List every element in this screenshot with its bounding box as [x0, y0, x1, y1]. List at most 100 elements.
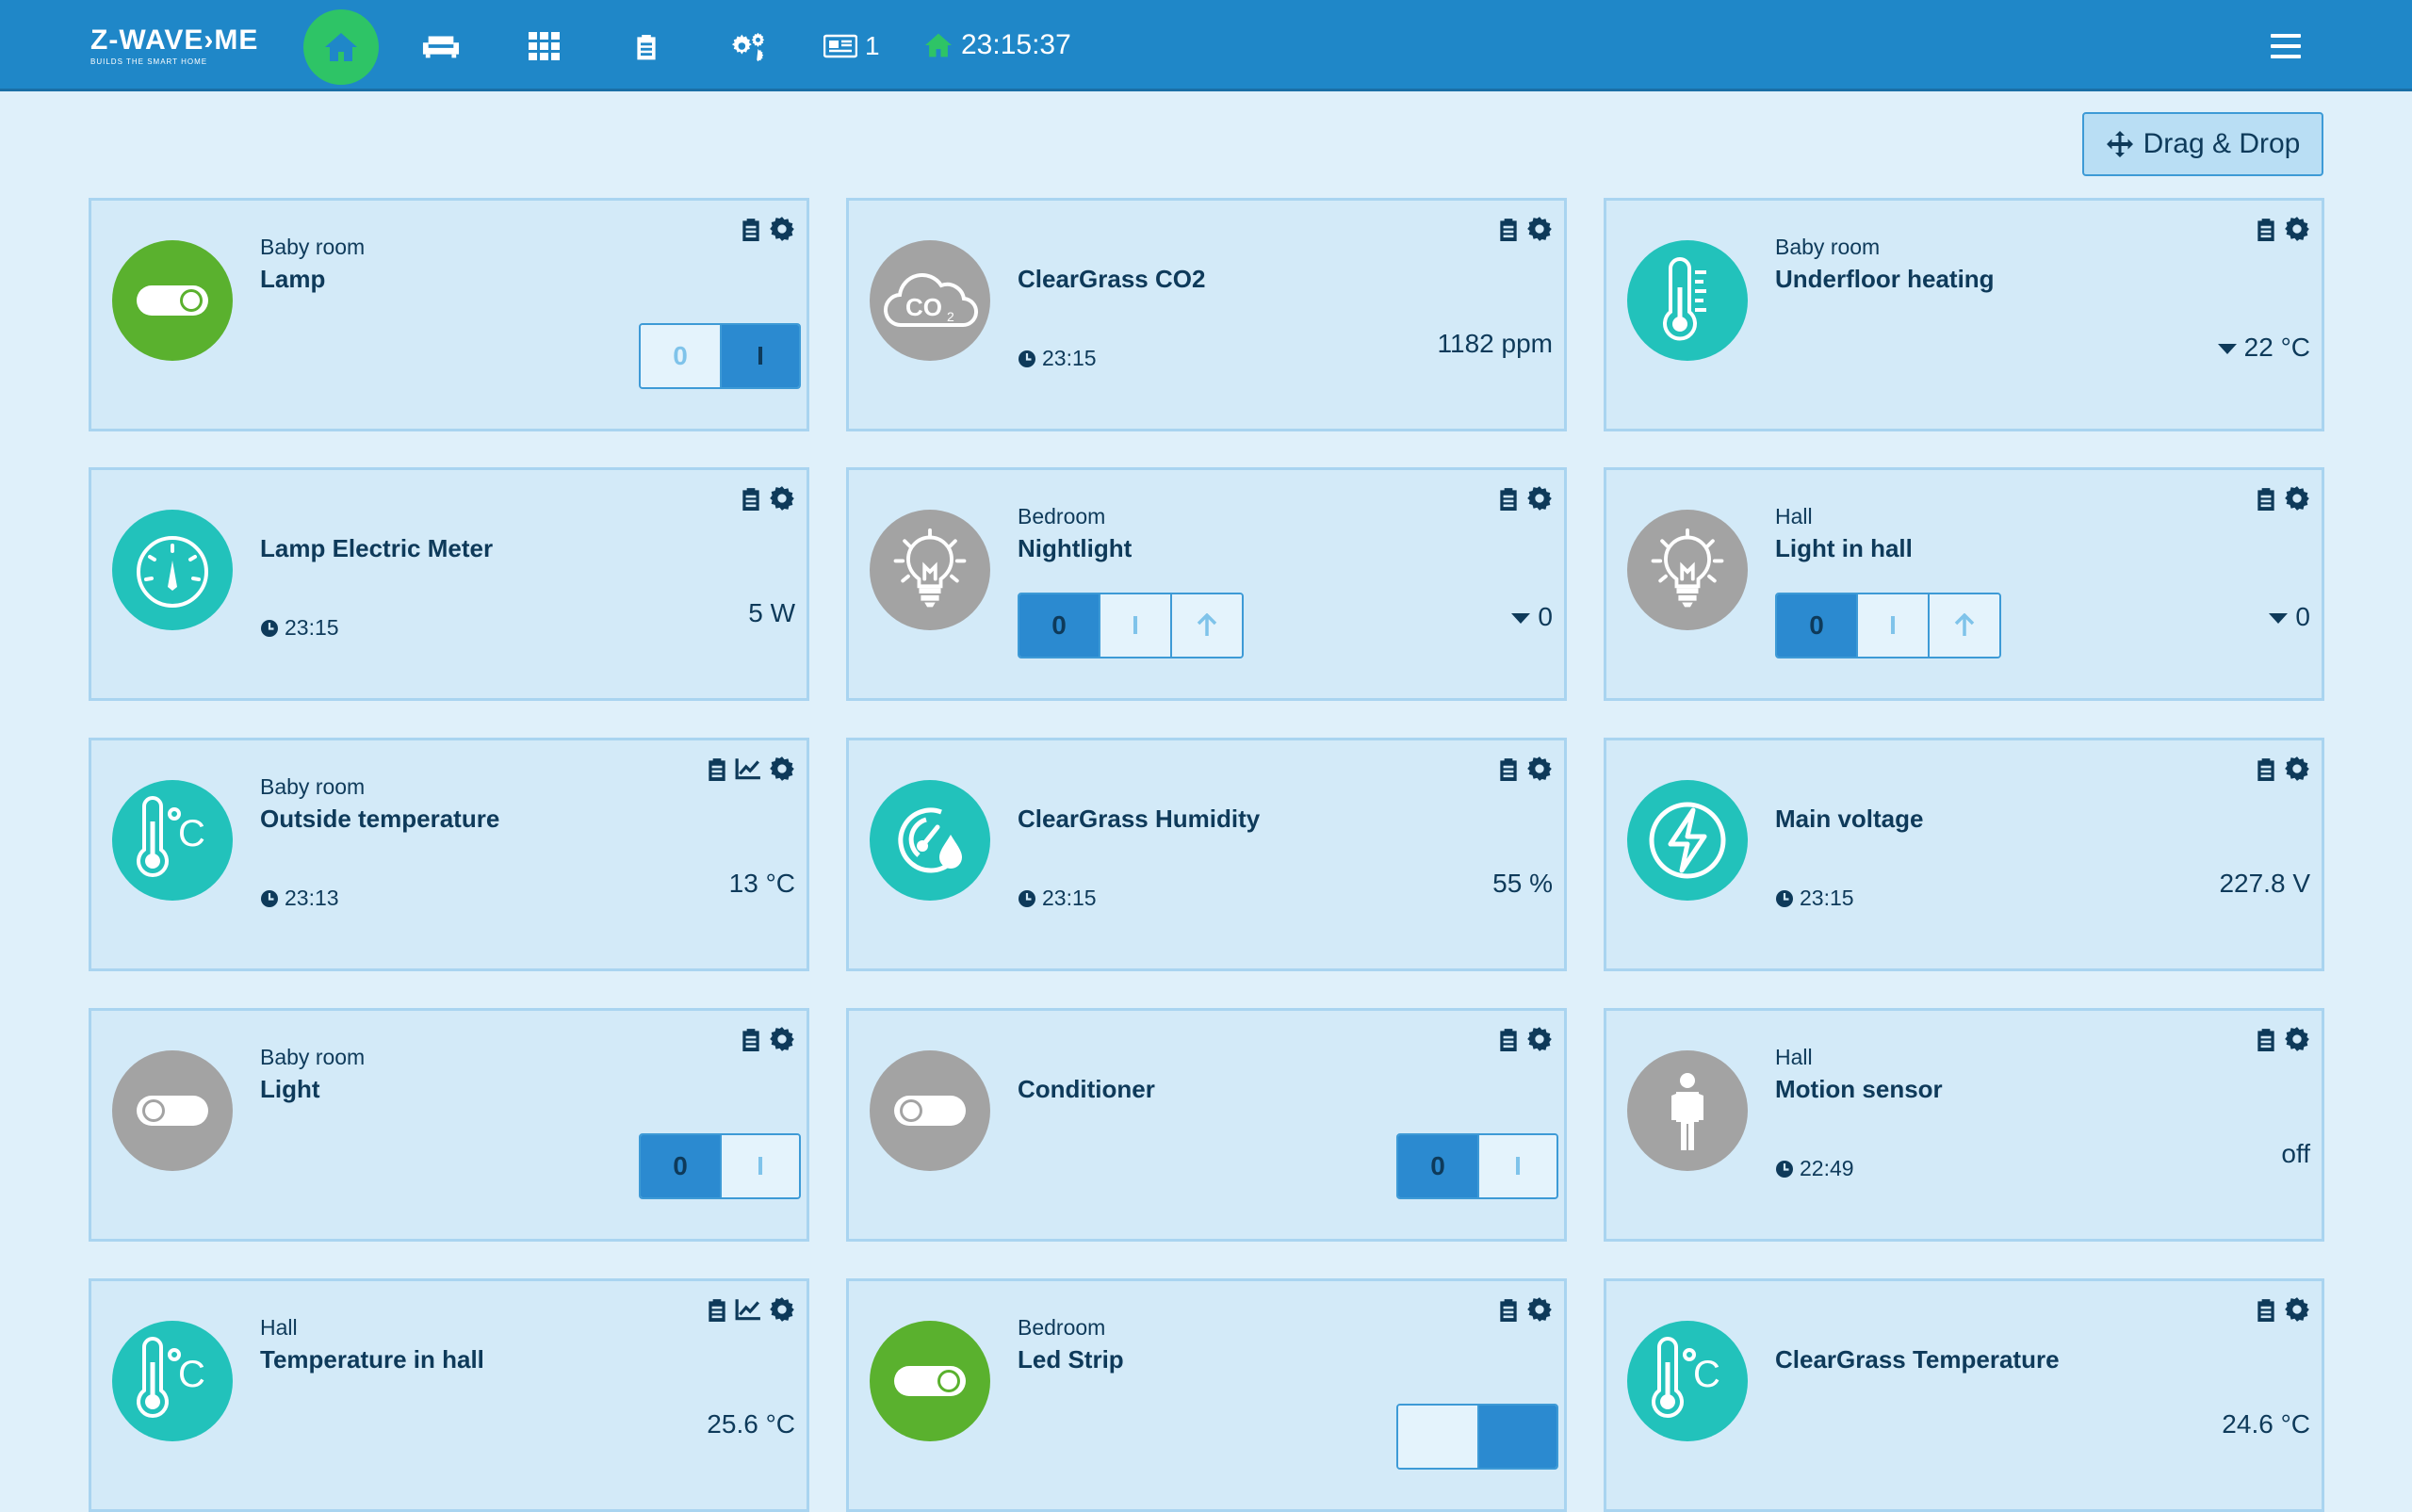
menu-icon[interactable]	[2271, 34, 2301, 58]
device-room: Baby room	[260, 1045, 366, 1069]
nav-settings-button[interactable]	[729, 27, 767, 65]
device-room: Hall	[1775, 504, 1813, 528]
device-value[interactable]: 0	[2269, 602, 2310, 632]
switch-off-button[interactable]: 0	[641, 1135, 720, 1197]
switch-off-button[interactable]: 0	[641, 325, 720, 387]
clock-icon	[1775, 1160, 1794, 1179]
events-icon[interactable]	[741, 217, 761, 241]
switch-off-button[interactable]	[1398, 1406, 1477, 1468]
lightning-icon	[1627, 780, 1748, 901]
device-room: Baby room	[1775, 235, 1881, 259]
gear-icon[interactable]	[1526, 1026, 1553, 1052]
events-icon[interactable]	[2256, 1027, 2276, 1051]
events-icon[interactable]	[741, 1027, 761, 1051]
device-title: Lamp	[260, 265, 326, 293]
device-title: Main voltage	[1775, 805, 1924, 833]
update-time: 22:49	[1775, 1156, 1854, 1181]
switch-control: 0 I	[639, 1133, 801, 1199]
gear-icon[interactable]	[2284, 756, 2310, 782]
events-icon[interactable]	[1498, 1027, 1519, 1051]
device-title: Motion sensor	[1775, 1075, 1943, 1103]
gear-icon[interactable]	[2284, 1296, 2310, 1323]
grid-icon	[529, 32, 560, 60]
co2-cloud-icon: CO 2	[870, 240, 990, 361]
events-icon[interactable]	[1498, 756, 1519, 781]
gear-icon[interactable]	[769, 216, 795, 242]
toggle-on-icon	[112, 240, 233, 361]
switch-on-button[interactable]: I	[720, 325, 799, 387]
dimmer-up-button[interactable]	[1170, 594, 1242, 657]
events-icon[interactable]	[1498, 1297, 1519, 1322]
card-tools	[2256, 216, 2310, 242]
notification-count[interactable]: 1	[865, 31, 880, 61]
nav-home-button[interactable]	[303, 9, 379, 85]
gear-icon[interactable]	[769, 756, 795, 782]
device-title: ClearGrass CO2	[1018, 265, 1206, 293]
drag-drop-button[interactable]: Drag & Drop	[2082, 112, 2323, 176]
bulb-icon	[870, 510, 990, 630]
gear-icon[interactable]	[2284, 485, 2310, 512]
device-value: 25.6 °C	[707, 1409, 795, 1439]
value-text: 0	[2295, 602, 2310, 631]
events-icon[interactable]	[2256, 217, 2276, 241]
gear-icon[interactable]	[769, 1026, 795, 1052]
events-icon[interactable]	[2256, 756, 2276, 781]
dimmer-off-button[interactable]: 0	[1777, 594, 1856, 657]
device-title: ClearGrass Humidity	[1018, 805, 1261, 833]
device-title: Light	[260, 1075, 320, 1103]
events-icon[interactable]	[1498, 217, 1519, 241]
dimmer-on-button[interactable]: I	[1099, 594, 1170, 657]
card-tools	[2256, 1026, 2310, 1052]
gear-icon[interactable]	[1526, 485, 1553, 512]
gear-icon[interactable]	[1526, 1296, 1553, 1323]
logo-tagline: BUILDS THE SMART HOME	[90, 57, 208, 66]
device-room: Baby room	[260, 774, 366, 799]
card-tools	[2256, 1296, 2310, 1323]
chart-icon[interactable]	[735, 757, 761, 780]
update-time: 23:13	[260, 886, 339, 911]
temperature-celsius-icon	[112, 780, 233, 901]
events-icon[interactable]	[1498, 486, 1519, 511]
newspaper-icon	[823, 34, 857, 58]
card-tools	[1498, 1296, 1553, 1323]
nav-events-button[interactable]	[627, 27, 665, 65]
nav-rooms-button[interactable]	[422, 27, 460, 65]
toggle-off-icon	[112, 1050, 233, 1171]
device-title: Nightlight	[1018, 534, 1133, 562]
gear-icon[interactable]	[769, 485, 795, 512]
widget-card-humidity: ClearGrass Humidity 23:15 55 %	[846, 738, 1567, 971]
nav-notifications-button[interactable]	[822, 27, 859, 65]
toggle-on-icon	[870, 1321, 990, 1441]
events-icon[interactable]	[741, 486, 761, 511]
events-icon[interactable]	[2256, 486, 2276, 511]
events-icon[interactable]	[707, 1297, 727, 1322]
clock-time: 23:15:37	[961, 29, 1071, 60]
switch-on-button[interactable]: I	[720, 1135, 799, 1197]
nav-elements-button[interactable]	[526, 27, 563, 65]
switch-on-button[interactable]: I	[1477, 1135, 1556, 1197]
switch-on-button[interactable]	[1477, 1406, 1556, 1468]
dimmer-on-button[interactable]: I	[1856, 594, 1928, 657]
device-value[interactable]: 22 °C	[2217, 333, 2310, 363]
gear-icon[interactable]	[2284, 216, 2310, 242]
gear-icon[interactable]	[2284, 1026, 2310, 1052]
dimmer-off-button[interactable]: 0	[1019, 594, 1099, 657]
gear-icon[interactable]	[1526, 756, 1553, 782]
svg-text:2: 2	[947, 309, 954, 324]
dimmer-up-button[interactable]	[1928, 594, 1999, 657]
value-text: 0	[1538, 602, 1553, 631]
widget-card-lamp-meter: Lamp Electric Meter 23:15 5 W	[89, 467, 809, 701]
clipboard-icon	[637, 35, 656, 60]
events-icon[interactable]	[2256, 1297, 2276, 1322]
events-icon[interactable]	[707, 756, 727, 781]
caret-down-icon	[2269, 613, 2289, 625]
switch-off-button[interactable]: 0	[1398, 1135, 1477, 1197]
gear-icon[interactable]	[769, 1296, 795, 1323]
device-value[interactable]: 0	[1511, 602, 1553, 632]
gear-icon[interactable]	[1526, 216, 1553, 242]
humidity-icon	[870, 780, 990, 901]
clock-icon	[1775, 889, 1794, 908]
chart-icon[interactable]	[735, 1298, 761, 1321]
device-room: Baby room	[260, 235, 366, 259]
logo[interactable]: Z-WAVE›ME BUILDS THE SMART HOME	[90, 26, 258, 67]
